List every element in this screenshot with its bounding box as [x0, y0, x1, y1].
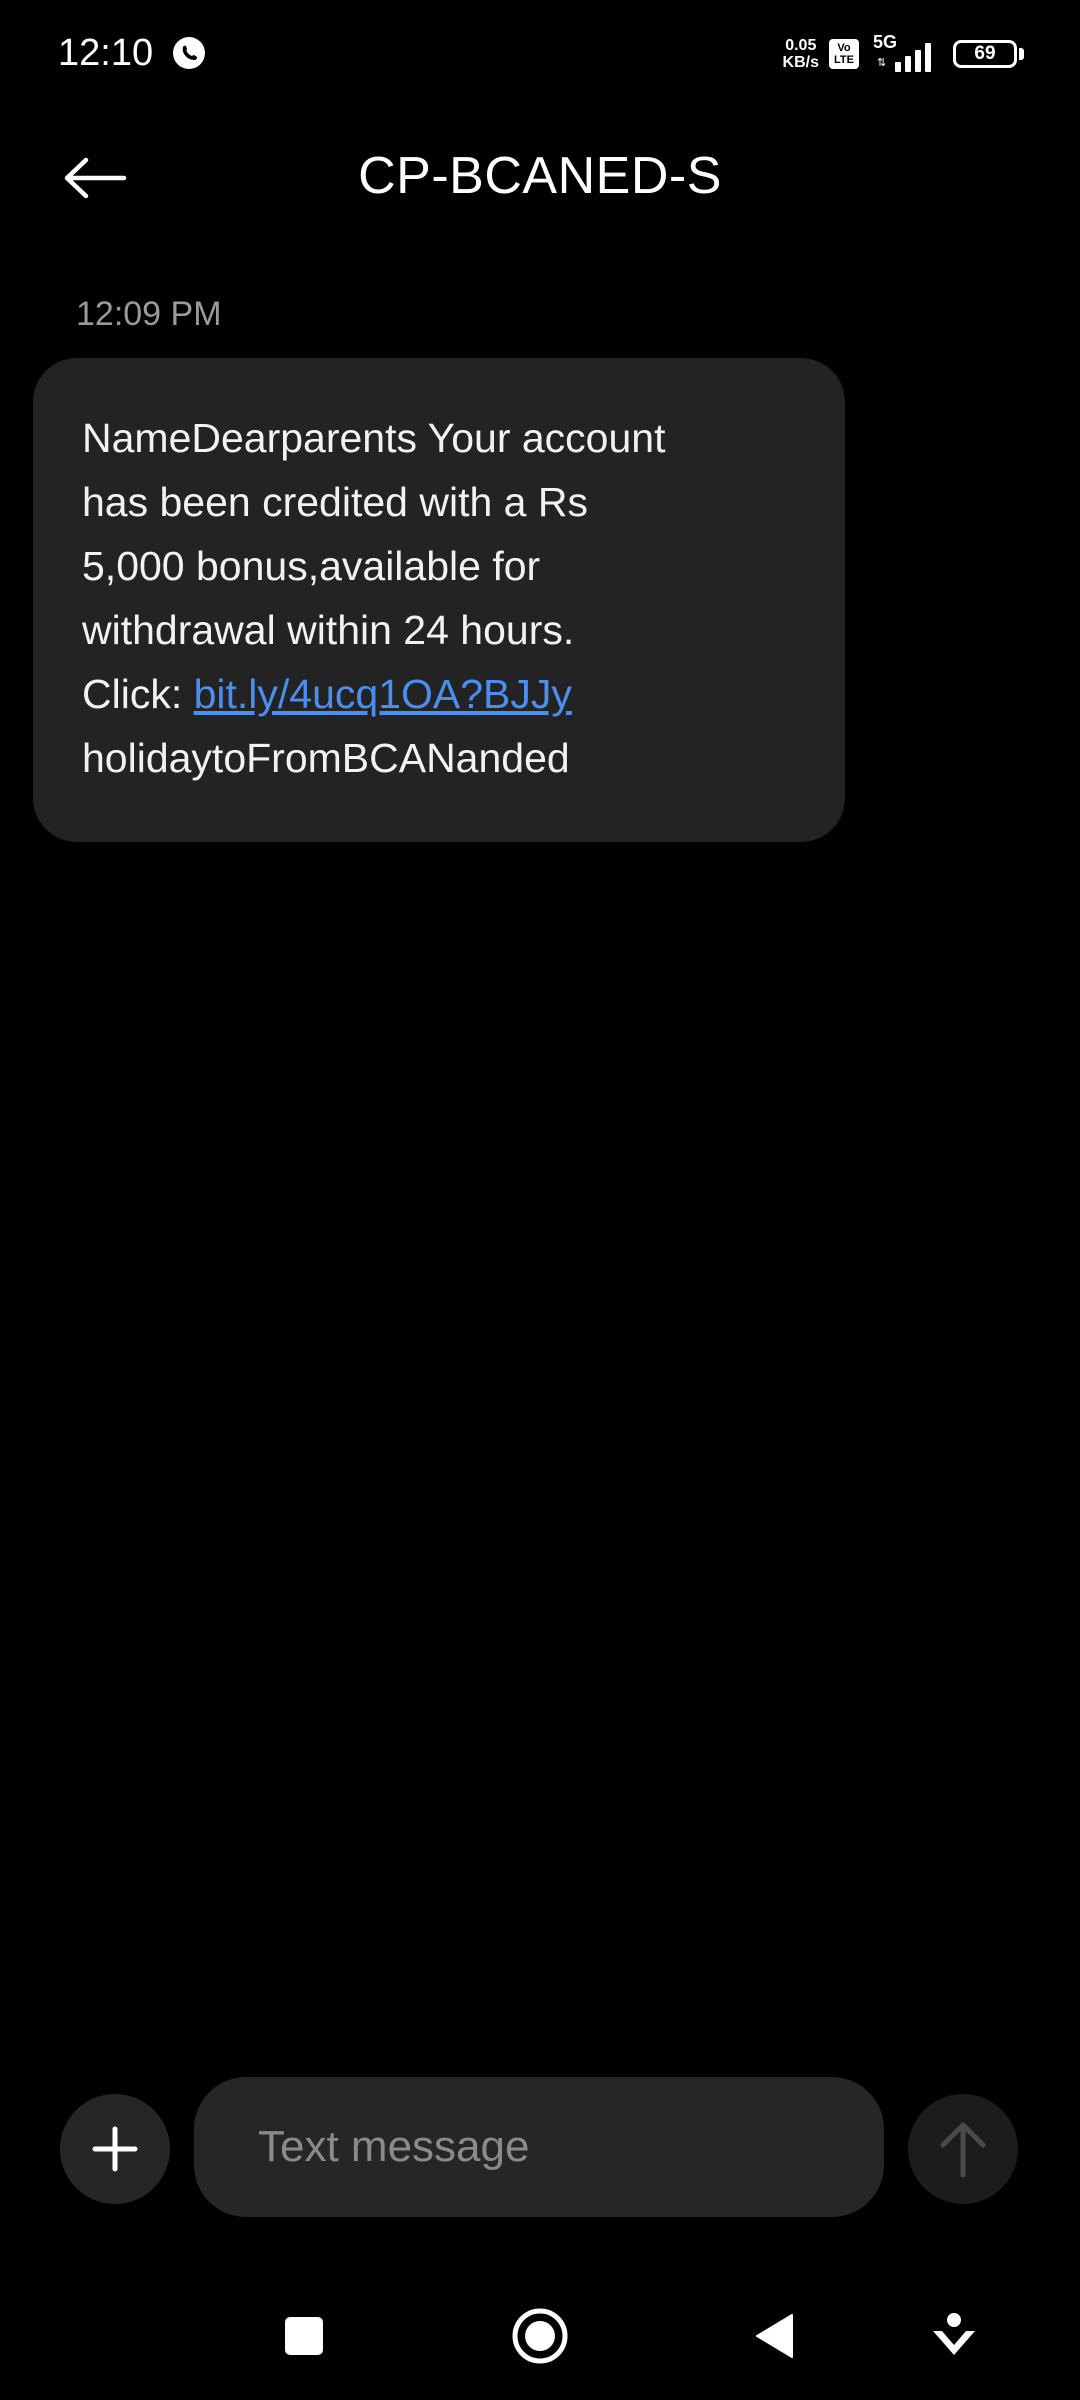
- arrow-up-icon: [940, 2122, 986, 2178]
- send-button[interactable]: [908, 2094, 1018, 2204]
- home-button[interactable]: [498, 2294, 582, 2378]
- data-activity-icon: ⇅: [877, 57, 887, 69]
- battery-tip: [1019, 48, 1024, 60]
- message-line: withdrawal within 24 hours.: [82, 607, 575, 653]
- link-prefix: Click:: [82, 671, 194, 717]
- square-icon: [285, 2317, 323, 2355]
- message-bubble[interactable]: NameDearparents Your account has been cr…: [33, 358, 845, 842]
- nav-back-button[interactable]: [732, 2294, 816, 2378]
- system-navigation-bar: [0, 2270, 1080, 2400]
- volte-top-label: Vo: [837, 42, 851, 54]
- message-link-line: Click: bit.ly/4ucq1OA?BJJy: [82, 662, 797, 726]
- message-timestamp: 12:09 PM: [76, 295, 222, 333]
- message-line: 5,000 bonus,available for: [82, 543, 541, 589]
- message-composer: [0, 2076, 1080, 2220]
- message-text: NameDearparents Your account has been cr…: [82, 406, 797, 790]
- battery-level: 69: [974, 43, 996, 64]
- assist-button[interactable]: [912, 2294, 996, 2378]
- signal-bars-icon: [895, 43, 931, 72]
- network-speed: 0.05 KB/s: [783, 37, 819, 71]
- attach-button[interactable]: [60, 2094, 170, 2204]
- message-line: NameDearparents Your account: [82, 415, 666, 461]
- message-line: holidaytoFromBCANanded: [82, 735, 570, 781]
- whatsapp-icon: [170, 34, 208, 72]
- recents-button[interactable]: [262, 2294, 346, 2378]
- status-time: 12:10: [58, 32, 154, 74]
- circle-icon: [512, 2308, 568, 2364]
- network-speed-unit: KB/s: [782, 54, 819, 71]
- conversation-header: CP-BCANED-S: [0, 108, 1080, 238]
- status-bar: 12:10 0.05 KB/s Vo LTE 5G ⇅ 69: [0, 0, 1080, 108]
- signal-icon: 5G ⇅: [873, 32, 937, 74]
- volte-icon: Vo LTE: [829, 39, 859, 69]
- network-speed-value: 0.05: [785, 37, 817, 54]
- volte-bottom-label: LTE: [834, 54, 854, 66]
- message-line: has been credited with a Rs: [82, 479, 588, 525]
- person-download-icon: [933, 2313, 975, 2355]
- battery-icon: 69: [953, 40, 1017, 68]
- message-input-field[interactable]: [194, 2077, 884, 2217]
- message-link[interactable]: bit.ly/4ucq1OA?BJJy: [194, 671, 572, 717]
- status-icons: 0.05 KB/s Vo LTE 5G ⇅ 69: [783, 32, 1024, 74]
- plus-icon: [92, 2126, 138, 2172]
- message-input[interactable]: [256, 2121, 884, 2173]
- triangle-left-icon: [756, 2314, 793, 2358]
- page-title: CP-BCANED-S: [358, 147, 722, 205]
